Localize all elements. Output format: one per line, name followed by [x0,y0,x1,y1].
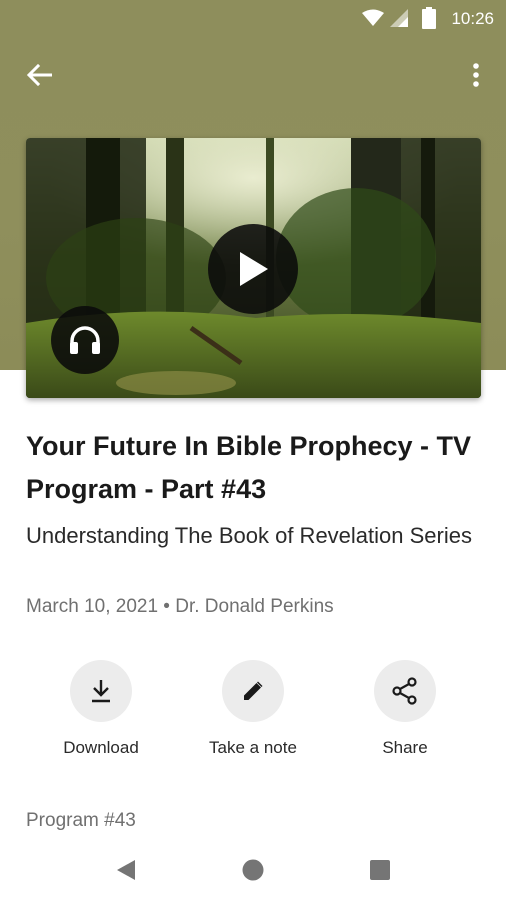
take-note-button[interactable] [222,660,284,722]
share-button[interactable] [374,660,436,722]
take-note-action[interactable]: Take a note [183,660,323,758]
episode-title: Your Future In Bible Prophecy - TV Progr… [26,431,472,504]
status-time: 10:26 [451,9,494,28]
signal-icon [390,9,408,27]
system-nav-bar [0,840,506,900]
more-options-button[interactable] [466,60,486,90]
arrow-back-icon [26,64,52,86]
battery-icon [422,7,436,29]
action-row: Download Take a note Share [0,660,506,770]
take-note-label: Take a note [209,738,297,757]
nav-back-button[interactable] [112,856,140,884]
app-bar [0,52,506,96]
play-button[interactable] [208,224,298,314]
status-icons [362,7,436,29]
download-button[interactable] [70,660,132,722]
nav-home-button[interactable] [239,856,267,884]
headphones-icon [70,326,100,354]
nav-home-icon [242,859,264,881]
download-action[interactable]: Download [31,660,171,758]
share-label: Share [382,738,428,757]
more-vert-icon [473,63,479,87]
play-icon [240,252,268,286]
nav-recents-icon [370,860,390,880]
media-thumbnail[interactable] [26,138,481,398]
audio-button[interactable] [51,306,119,374]
episode-series: Understanding The Book of Revelation Ser… [26,523,472,548]
program-label: Program #43 [26,810,136,831]
wifi-icon [362,9,384,26]
download-icon [92,680,110,703]
download-label: Download [63,738,139,757]
nav-back-icon [117,860,135,880]
pencil-icon [244,681,263,700]
share-action[interactable]: Share [335,660,475,758]
nav-recents-button[interactable] [366,856,394,884]
episode-meta: March 10, 2021 • Dr. Donald Perkins [26,596,334,617]
status-bar: 10:26 [0,0,506,36]
back-button[interactable] [22,60,56,90]
share-icon [392,677,417,705]
